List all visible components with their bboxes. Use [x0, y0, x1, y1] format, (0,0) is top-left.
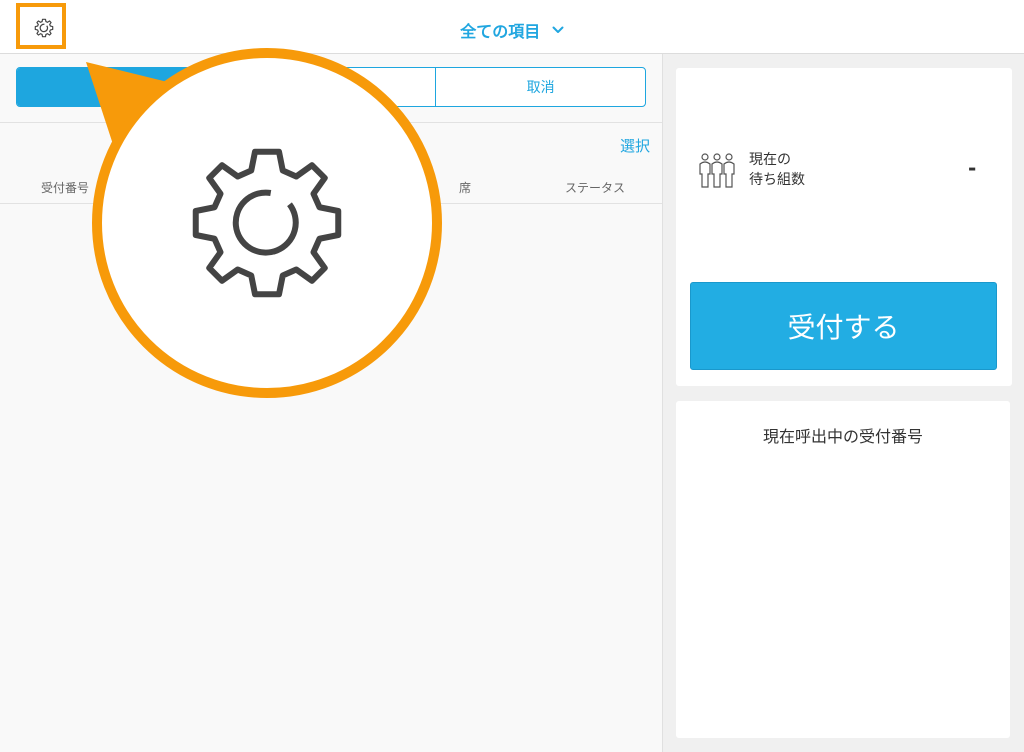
calling-numbers-card: 現在呼出中の受付番号 — [676, 401, 1010, 738]
column-seat: 席 — [459, 181, 472, 195]
chevron-down-icon — [552, 26, 564, 33]
accept-button[interactable]: 受付する — [690, 282, 997, 370]
waiting-count-value: - — [968, 156, 977, 180]
column-status: ステータス — [565, 181, 626, 195]
zoomed-gear-callout — [92, 48, 442, 398]
filter-dropdown[interactable]: 全ての項目 — [0, 18, 1024, 42]
waiting-label-line2: 待ち組数 — [749, 172, 805, 188]
top-bar: 全ての項目 — [0, 0, 1024, 54]
calling-numbers-title: 現在呼出中の受付番号 — [762, 427, 923, 446]
segment-cancel[interactable]: 取消 — [435, 68, 645, 106]
select-link[interactable]: 選択 — [620, 135, 650, 156]
filter-title: 全ての項目 — [460, 22, 541, 41]
gear-icon — [192, 148, 342, 298]
waiting-label-line1: 現在の — [749, 152, 791, 168]
waiting-card: 現在の 待ち組数 - 受付する — [676, 68, 1012, 386]
column-reception-number: 受付番号 — [41, 181, 90, 195]
people-group-icon — [699, 153, 735, 188]
waiting-count-label: 現在の 待ち組数 — [749, 150, 805, 190]
